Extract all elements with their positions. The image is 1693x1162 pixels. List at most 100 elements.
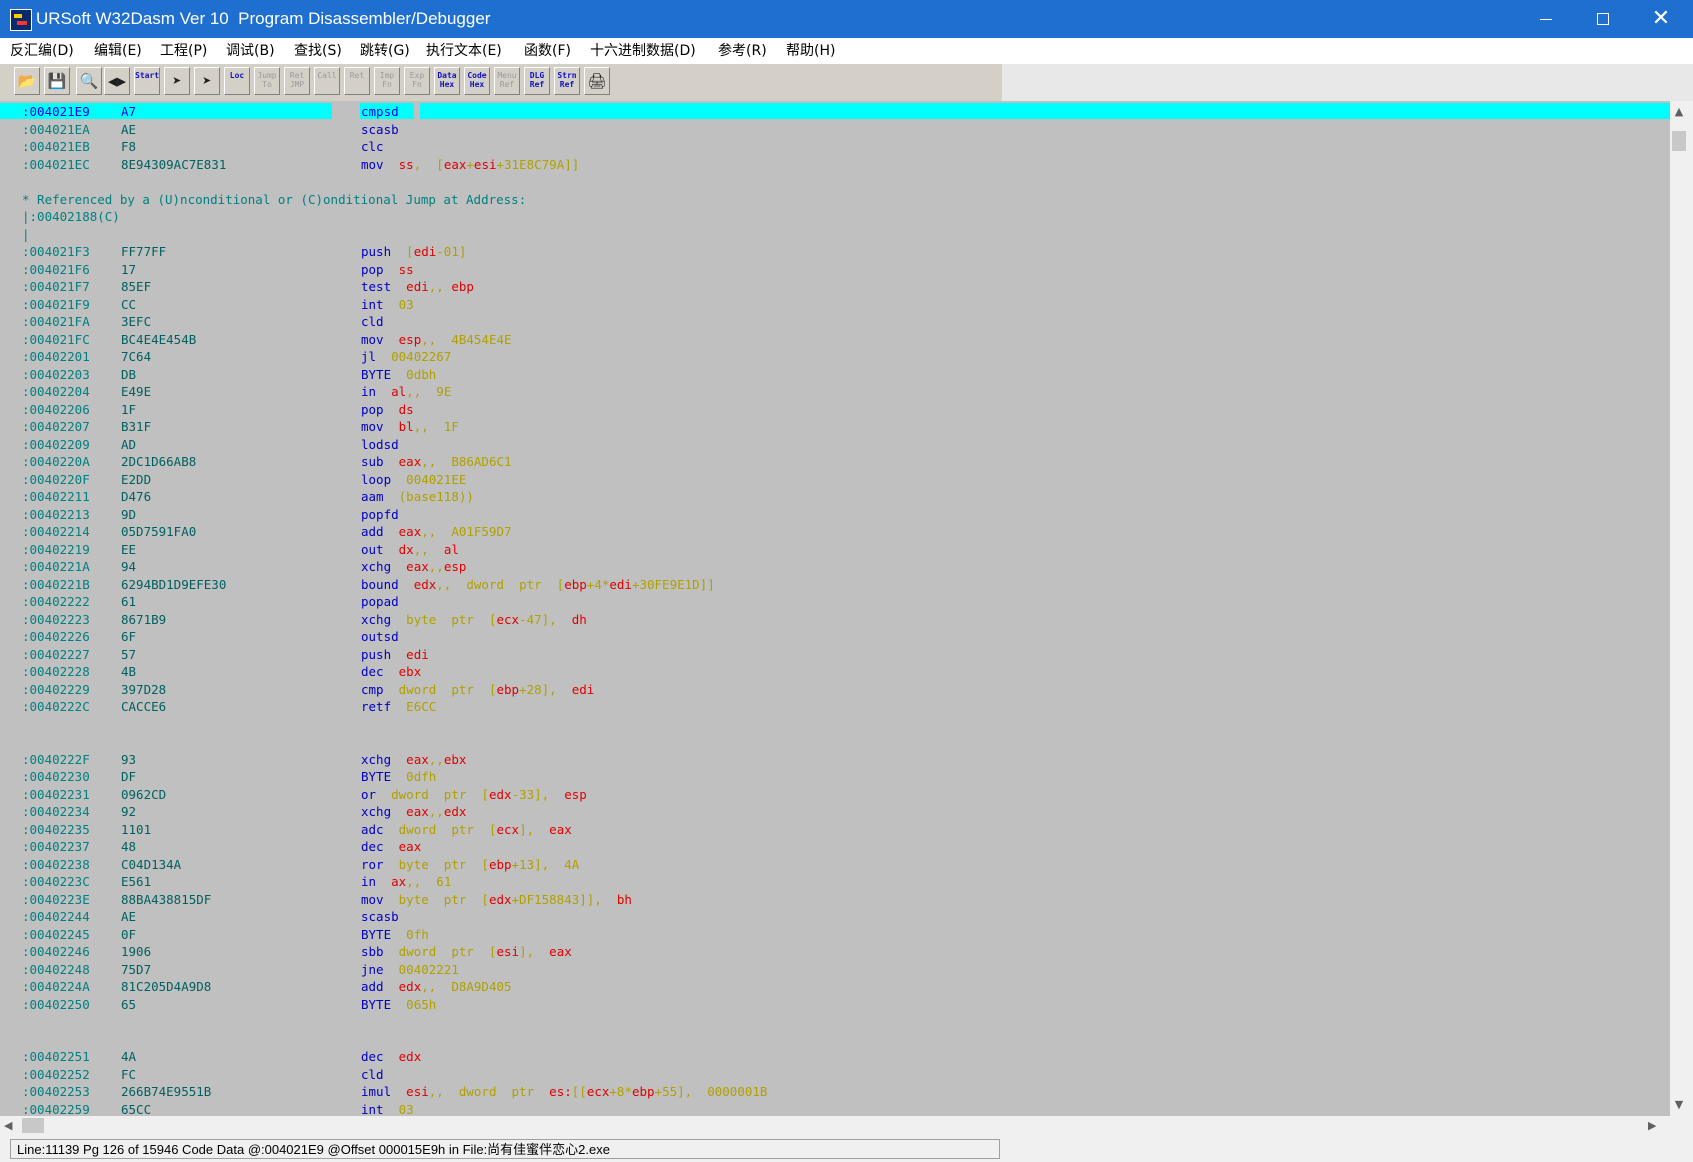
code-line[interactable]: :00402251 4A dec edx [0,1048,1670,1066]
code-line-selected[interactable]: :004021E9 A7 cmpsd [0,103,1670,121]
code-line[interactable] [0,733,1670,751]
ret-jmp-button[interactable]: Ret JMP [284,67,310,95]
code-line[interactable]: :00402229 397D28 cmp dword ptr [ebp+28], e… [0,681,1670,699]
code-line[interactable]: :004021FA 3EFC cld [0,313,1670,331]
code-line[interactable]: :0040221A 94 xchg eax,,esp [0,558,1670,576]
code-line[interactable] [0,1031,1670,1049]
code-line[interactable]: :0040223C E561 in ax,, 61 [0,873,1670,891]
exp-fn-button[interactable]: Exp Fn [404,67,430,95]
scroll-up-icon[interactable]: ▲ [1670,103,1688,121]
code-line[interactable]: :0040222F 93 xchg eax,,ebx [0,751,1670,769]
scroll-down-icon[interactable]: ▼ [1670,1096,1688,1114]
code-line[interactable]: :004021FC BC4E4E454B mov esp,, 4B454E4E [0,331,1670,349]
maximize-button[interactable] [1574,0,1632,38]
horizontal-scroll-thumb[interactable] [22,1118,44,1133]
scroll-right-icon[interactable]: ▶ [1648,1116,1664,1135]
code-line[interactable]: :00402259 65CC int 03 [0,1101,1670,1117]
code-line[interactable]: :004021F6 17 pop ss [0,261,1670,279]
code-line[interactable]: :00402245 0F BYTE 0fh [0,926,1670,944]
find-button[interactable]: 🔍 [76,67,102,95]
minimize-button[interactable] [1516,0,1574,38]
code-line[interactable]: :00402222 61 popad [0,593,1670,611]
code-line[interactable]: :00402214 05D7591FA0 add eax,, A01F59D7 [0,523,1670,541]
disassembly-view[interactable]: :004021E9 A7 cmpsd:004021EA AE scasb:004021E… [0,101,1670,1116]
vertical-scrollbar[interactable]: ▲ ▼ [1670,101,1688,1116]
code-line[interactable]: :0040223E 88BA438815DF mov byte ptr [edx+D… [0,891,1670,909]
ret-button[interactable]: Ret [344,67,370,95]
code-line[interactable] [0,716,1670,734]
goto-code-button[interactable]: ◀▶ [104,67,130,95]
code-line[interactable]: :00402235 1101 adc dword ptr [ecx], eax [0,821,1670,839]
scroll-left-icon[interactable]: ◀ [4,1116,20,1135]
code-line[interactable]: :00402227 57 push edi [0,646,1670,664]
code-line[interactable]: :00402246 1906 sbb dword ptr [esi], eax [0,943,1670,961]
jump-to-button[interactable]: Jump To [254,67,280,95]
code-line[interactable] [0,1013,1670,1031]
menu-item-1[interactable]: 编辑(E) [94,38,142,64]
code-line[interactable]: :00402234 92 xchg eax,,edx [0,803,1670,821]
goto-start-button[interactable]: Start [134,67,160,95]
menu-item-5[interactable]: 跳转(G) [360,38,410,64]
code-line[interactable]: :00402211 D476 aam (base118)) [0,488,1670,506]
menu-item-4[interactable]: 查找(S) [294,38,342,64]
code-hex-button[interactable]: Code Hex [464,67,490,95]
code-line[interactable]: :00402219 EE out dx,, al [0,541,1670,559]
goto-location-button[interactable]: ➤ [164,67,190,95]
code-line[interactable]: :00402250 65 BYTE 065h [0,996,1670,1014]
vertical-scroll-thumb[interactable] [1672,131,1686,151]
data-hex-button[interactable]: Data Hex [434,67,460,95]
code-line[interactable] [0,173,1670,191]
code-line[interactable]: :00402207 B31F mov bl,, 1F [0,418,1670,436]
print-button[interactable]: 🖨 [584,67,610,95]
title-bar[interactable]: URSoft W32Dasm Ver 10 Program Disassembl… [0,0,1693,38]
code-line[interactable]: :00402209 AD lodsd [0,436,1670,454]
comment-line[interactable]: | [0,226,1670,244]
menu-item-7[interactable]: 函数(F) [524,38,571,64]
code-line[interactable]: :004021F3 FF77FF push [edi-01] [0,243,1670,261]
code-line[interactable]: :004021F7 85EF test edi,, ebp [0,278,1670,296]
code-line[interactable]: :00402226 6F outsd [0,628,1670,646]
code-line[interactable]: :00402223 8671B9 xchg byte ptr [ecx-47], d… [0,611,1670,629]
strn-ref-button[interactable]: Strn Ref [554,67,580,95]
code-line[interactable]: :00402231 0962CD or dword ptr [edx-33], es… [0,786,1670,804]
menu-item-10[interactable]: 帮助(H) [786,38,835,64]
code-line[interactable]: :00402248 75D7 jne 00402221 [0,961,1670,979]
comment-line[interactable]: |:00402188(C) [0,208,1670,226]
code-line[interactable]: :00402237 48 dec eax [0,838,1670,856]
menu-item-2[interactable]: 工程(P) [160,38,207,64]
code-line[interactable]: :004021F9 CC int 03 [0,296,1670,314]
comment-line[interactable]: * Referenced by a (U)nconditional or (C)… [0,191,1670,209]
imp-fn-button[interactable]: Imp Fn [374,67,400,95]
code-line[interactable]: :00402203 DB BYTE 0dbh [0,366,1670,384]
menu-item-8[interactable]: 十六进制数据(D) [590,38,696,64]
code-line[interactable]: :0040222C CACCE6 retf E6CC [0,698,1670,716]
code-line[interactable]: :0040224A 81C205D4A9D8 add edx,, D8A9D405 [0,978,1670,996]
menu-item-3[interactable]: 调试(B) [226,38,275,64]
code-line[interactable]: :0040220A 2DC1D66AB8 sub eax,, B86AD6C1 [0,453,1670,471]
code-line[interactable]: :00402201 7C64 jl 00402267 [0,348,1670,366]
code-line[interactable]: :004021EC 8E94309AC7E831 mov ss, [eax+esi+… [0,156,1670,174]
open-file-button[interactable]: 📂 [14,67,40,95]
menu-item-0[interactable]: 反汇编(D) [10,38,74,64]
save-project-button[interactable]: 💾 [44,67,70,95]
goto-code-loc-button[interactable]: Loc [224,67,250,95]
code-line[interactable]: :00402238 C04D134A ror byte ptr [ebp+13], … [0,856,1670,874]
horizontal-scrollbar[interactable]: ◀ ▶ [0,1116,1670,1135]
code-line[interactable]: :00402230 DF BYTE 0dfh [0,768,1670,786]
code-line[interactable]: :00402244 AE scasb [0,908,1670,926]
code-line[interactable]: :00402206 1F pop ds [0,401,1670,419]
menu-item-9[interactable]: 参考(R) [718,38,767,64]
menu-ref-button[interactable]: Menu Ref [494,67,520,95]
code-line[interactable]: :00402228 4B dec ebx [0,663,1670,681]
code-line[interactable]: :004021EB F8 clc [0,138,1670,156]
goto-program-entry-button[interactable]: ➤ [194,67,220,95]
code-line[interactable]: :00402253 266B74E9551B imul esi,, dword pt… [0,1083,1670,1101]
call-button[interactable]: Call [314,67,340,95]
code-line[interactable]: :00402204 E49E in al,, 9E [0,383,1670,401]
close-button[interactable]: ✕ [1632,0,1690,38]
code-line[interactable]: :00402213 9D popfd [0,506,1670,524]
code-line[interactable]: :004021EA AE scasb [0,121,1670,139]
menu-item-6[interactable]: 执行文本(E) [426,38,502,64]
code-line[interactable]: :00402252 FC cld [0,1066,1670,1084]
code-line[interactable]: :0040221B 6294BD1D9EFE30 bound edx,, dword… [0,576,1670,594]
